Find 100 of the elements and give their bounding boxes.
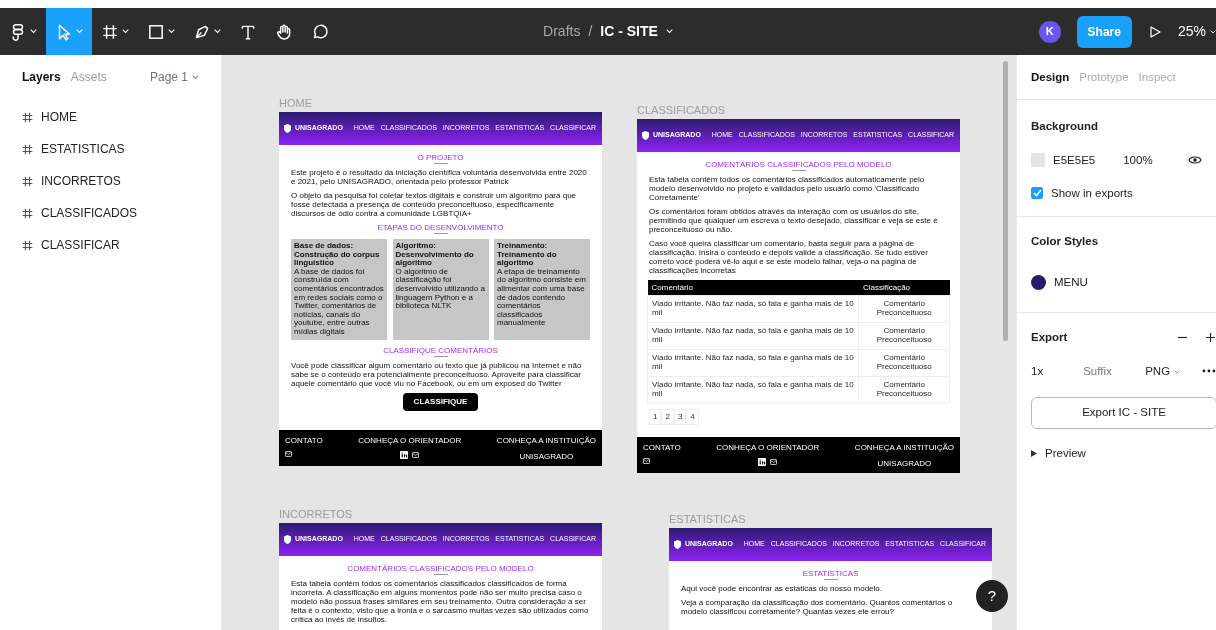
table-cell: Comentário Preconceituoso	[858, 349, 950, 377]
linkedin-icon	[758, 458, 767, 466]
classify-button[interactable]: CLASSIFIQUE	[403, 392, 478, 411]
card-title: Base de dados: Construção do corpus linguístico	[294, 242, 381, 268]
layer-item[interactable]: ESTATISTICAS	[0, 133, 221, 165]
body-paragraph: O objeto da pesquisa foi coletar textos digitais e construir um algoritmo para que fosse detectada a presença de conteúdo preconceituoso, especificamente discursos de ódio contra a comunidade LGBTQIA+	[291, 191, 578, 218]
body-paragraph: Aqui você pode encontrar as estaticas do nosso modelo.	[681, 584, 883, 593]
style-name[interactable]: MENU	[1054, 274, 1088, 292]
mail-icon	[643, 458, 650, 464]
panel-tab[interactable]: Design	[1031, 69, 1070, 87]
scale-value[interactable]: 1x	[1031, 362, 1044, 380]
body-paragraph: Os comentários foram obtidos através da interação com os usuários do site, permitindo que qualquer um escreva o texto desejado, classificar e veja se este é preconceituoso ou não.	[649, 207, 939, 234]
hand-icon	[275, 22, 293, 41]
caret-icon[interactable]	[1031, 450, 1037, 458]
chevron-icon	[192, 74, 199, 80]
color-value[interactable]: E5E5E5	[1053, 151, 1096, 169]
linkedin-icon	[400, 451, 409, 459]
chevron-icon	[1174, 369, 1181, 374]
shield-logo-icon	[674, 540, 681, 549]
checkbox-label[interactable]: Show in exports	[1051, 184, 1133, 202]
table-cell: Viado irritante. Não faz nada, só fala e ganha mais de 10 mil	[647, 376, 859, 404]
body-paragraph: Veja a comparação da classificação dos comentário. Quantos comentários o modelo classificou corretamente? Quantas vezes ele errou?	[681, 598, 954, 616]
column-header: Classificação	[858, 280, 950, 296]
page-frame[interactable]	[279, 112, 602, 466]
mail-icon	[412, 452, 420, 458]
section-heading: COMENTÁRIOS CLASSIFICADOS PELO MODELO	[704, 160, 893, 169]
help-button[interactable]: ?	[976, 580, 1008, 612]
opacity-value[interactable]: 100%	[1123, 151, 1153, 169]
plus-icon[interactable]	[1205, 331, 1216, 343]
more-icon[interactable]	[1202, 369, 1216, 374]
preview-toggle[interactable]: Preview	[1045, 445, 1086, 463]
chevron-icon	[665, 29, 673, 34]
card-title: Treinamento: Treinamento do algoritmo	[497, 242, 558, 268]
card-text: A base de dados foi construída com comentários encontrados em redes sociais como o Twitter, comentários de notícias, canais do youtube, entre outras mídias digitais	[294, 266, 384, 336]
table-cell: Viado irritante. Não faz nada, só fala e ganha mais de 10 mil	[647, 295, 859, 323]
section-title: Color Styles	[1031, 234, 1100, 249]
file-name[interactable]: IC - SITE	[600, 21, 658, 42]
card-title: Algoritmo: Desenvolvimento do algoritmo	[395, 242, 475, 268]
section-heading: O PROJETO	[416, 153, 465, 162]
play-icon[interactable]	[1147, 24, 1162, 39]
path-separator: /	[588, 22, 593, 41]
page-frame[interactable]	[637, 119, 960, 473]
footer-text: UNISAGRADO	[519, 451, 574, 463]
panel-tab[interactable]: Layers	[22, 68, 61, 86]
layer-item[interactable]: HOME	[0, 101, 221, 133]
layer-item[interactable]: CLASSIFICADOS	[0, 197, 221, 229]
page-link[interactable]: 4	[686, 409, 699, 425]
shield-logo-icon	[284, 124, 291, 133]
page-selector[interactable]: Page 1	[149, 68, 188, 86]
table-cell: Viado irritante. Não faz nada, só fala e ganha mais de 10 mil	[647, 349, 859, 377]
format-select[interactable]: PNG	[1145, 362, 1171, 380]
scrollbar[interactable]	[1003, 61, 1008, 341]
body-paragraph: Este projeto é o resultado da iniciação científica voluntária desenvolvida entre 2020 e 2021, pelo UNISAGRADO, orientada pelo professor Patrick	[291, 168, 588, 186]
hash-icon	[22, 207, 33, 219]
color-dot[interactable]	[1031, 275, 1046, 291]
layer-item[interactable]: INCORRETOS	[0, 165, 221, 197]
footer-text: UNISAGRADO	[877, 458, 932, 470]
mail-icon	[770, 459, 778, 465]
page-link[interactable]: 3	[673, 409, 687, 425]
section-heading: ESTATISTICAS	[801, 569, 860, 578]
footer-title: CONTATO	[285, 435, 323, 447]
user-avatar[interactable]: K	[1038, 20, 1061, 43]
footer-title: CONHEÇA O ORIENTADOR	[358, 435, 462, 447]
section-heading: COMENTÁRIOS CLASSIFICADOS PELO MODELO	[346, 564, 535, 573]
body-paragraph: Esta tabela contém todos os comentários classificados automaticamente pelo modelo desenvolvido no projeto e validados pelo usuário como 'Classificado Corretamente'	[649, 175, 926, 202]
chevron-icon	[214, 29, 221, 34]
hash-icon	[22, 143, 33, 155]
table-cell: Comentário Preconceituoso	[858, 295, 950, 323]
hash-icon	[22, 239, 33, 251]
page-link[interactable]: 2	[661, 409, 674, 425]
export-button[interactable]: Export IC - SITE	[1031, 397, 1216, 429]
zoom-level[interactable]: 25%	[1177, 21, 1206, 42]
card-text: O algoritmo de classificação foi desenvolvido utilizando a linguagem Python e a biblioteca NLTK	[395, 266, 485, 311]
shield-logo-icon	[642, 131, 649, 140]
shield-logo-icon	[284, 535, 291, 544]
section-title: Background	[1031, 119, 1100, 135]
footer-title: CONHEÇA A INSTITUIÇÃO	[496, 435, 596, 447]
chevron-icon	[1210, 29, 1216, 34]
square-icon	[147, 22, 165, 41]
layer-item[interactable]: CLASSIFICAR	[0, 229, 221, 261]
chevron-icon	[30, 29, 37, 34]
section-heading: CLASSIFIQUE COMENTÁRIOS	[382, 345, 499, 355]
card-text: A etapa de treinamento do algoritmo consiste em alimentar com uma base de dados contendo comentários classificados manualmente	[497, 266, 586, 328]
folder-name[interactable]: Drafts	[543, 21, 581, 42]
hash-icon	[101, 22, 119, 41]
chevron-icon	[76, 29, 83, 34]
speech-bubble-icon	[311, 22, 329, 41]
mail-icon	[285, 451, 292, 457]
color-swatch[interactable]	[1031, 153, 1045, 168]
section-title: Export	[1031, 329, 1068, 345]
footer-title: CONHEÇA O ORIENTADOR	[716, 442, 820, 454]
checkbox[interactable]	[1031, 187, 1043, 200]
table-cell: Viado irritante. Não faz nada, só fala e ganha mais de 10 mil	[647, 322, 859, 350]
page-link[interactable]: 1	[649, 409, 662, 425]
footer-title: CONTATO	[643, 442, 681, 454]
eye-icon[interactable]	[1188, 155, 1202, 166]
footer-title: CONHEÇA A INSTITUIÇÃO	[854, 442, 954, 454]
hash-icon	[22, 111, 33, 123]
body-paragraph: Caso você queira classificar um comentário, basta seguir para a página de classificação. Insira o conteúdo e depois valide a classificação. Se tudo estiver correto você poderá vê-lo aqui e se este modelo falhar, veja-o na página de classificações incorretas	[649, 239, 929, 275]
table-cell: Comentário Preconceituoso	[858, 376, 950, 404]
